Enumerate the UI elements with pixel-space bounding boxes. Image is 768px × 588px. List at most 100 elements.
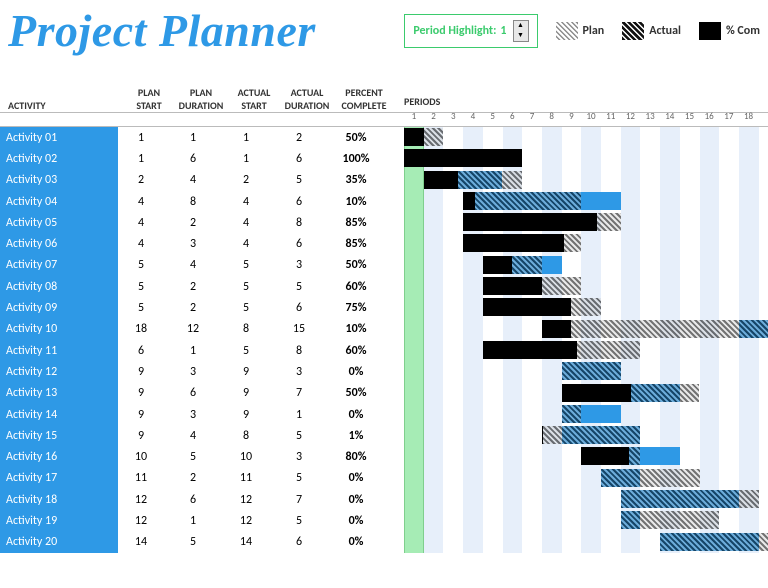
plan-duration-cell[interactable]: 1	[164, 344, 222, 358]
plan-start-cell[interactable]: 9	[118, 386, 164, 400]
table-row[interactable]: Activity 05424885%	[0, 212, 768, 233]
table-row[interactable]: Activity 171121150%	[0, 468, 768, 489]
plan-duration-cell[interactable]: 3	[164, 365, 222, 379]
actual-duration-cell[interactable]: 5	[270, 471, 328, 485]
actual-start-cell[interactable]: 9	[222, 408, 270, 422]
percent-complete-cell[interactable]: 0%	[328, 471, 384, 485]
plan-duration-cell[interactable]: 1	[164, 514, 222, 528]
plan-duration-cell[interactable]: 2	[164, 216, 222, 230]
plan-duration-cell[interactable]: 6	[164, 386, 222, 400]
plan-start-cell[interactable]: 11	[118, 471, 164, 485]
table-row[interactable]: Activity 1594851%	[0, 425, 768, 446]
plan-duration-cell[interactable]: 12	[164, 322, 222, 336]
plan-start-cell[interactable]: 4	[118, 237, 164, 251]
spinner-up-button[interactable]: ▲	[514, 21, 528, 31]
percent-complete-cell[interactable]: 60%	[328, 280, 384, 294]
plan-duration-cell[interactable]: 4	[164, 429, 222, 443]
actual-start-cell[interactable]: 12	[222, 493, 270, 507]
actual-duration-cell[interactable]: 8	[270, 344, 328, 358]
plan-start-cell[interactable]: 5	[118, 301, 164, 315]
plan-start-cell[interactable]: 12	[118, 514, 164, 528]
plan-duration-cell[interactable]: 4	[164, 258, 222, 272]
percent-complete-cell[interactable]: 80%	[328, 450, 384, 464]
table-row[interactable]: Activity 09525675%	[0, 297, 768, 318]
actual-duration-cell[interactable]: 8	[270, 216, 328, 230]
percent-complete-cell[interactable]: 0%	[328, 514, 384, 528]
plan-start-cell[interactable]: 4	[118, 195, 164, 209]
plan-duration-cell[interactable]: 2	[164, 301, 222, 315]
table-row[interactable]: Activity 11615860%	[0, 340, 768, 361]
plan-duration-cell[interactable]: 2	[164, 280, 222, 294]
percent-complete-cell[interactable]: 0%	[328, 535, 384, 549]
actual-duration-cell[interactable]: 6	[270, 301, 328, 315]
table-row[interactable]: Activity 10181281510%	[0, 319, 768, 340]
plan-start-cell[interactable]: 10	[118, 450, 164, 464]
actual-start-cell[interactable]: 5	[222, 258, 270, 272]
actual-duration-cell[interactable]: 6	[270, 152, 328, 166]
actual-duration-cell[interactable]: 7	[270, 386, 328, 400]
actual-start-cell[interactable]: 1	[222, 152, 270, 166]
actual-start-cell[interactable]: 9	[222, 386, 270, 400]
actual-start-cell[interactable]: 5	[222, 301, 270, 315]
plan-start-cell[interactable]: 1	[118, 152, 164, 166]
table-row[interactable]: Activity 1493910%	[0, 404, 768, 425]
actual-start-cell[interactable]: 5	[222, 344, 270, 358]
actual-duration-cell[interactable]: 5	[270, 280, 328, 294]
table-row[interactable]: Activity 13969750%	[0, 383, 768, 404]
actual-start-cell[interactable]: 12	[222, 514, 270, 528]
plan-duration-cell[interactable]: 6	[164, 493, 222, 507]
actual-start-cell[interactable]: 4	[222, 216, 270, 230]
percent-complete-cell[interactable]: 100%	[328, 152, 384, 166]
table-row[interactable]: Activity 021616100%	[0, 148, 768, 169]
percent-complete-cell[interactable]: 0%	[328, 493, 384, 507]
spinner-down-button[interactable]: ▼	[514, 31, 528, 41]
plan-start-cell[interactable]: 9	[118, 429, 164, 443]
table-row[interactable]: Activity 181261270%	[0, 489, 768, 510]
actual-duration-cell[interactable]: 5	[270, 173, 328, 187]
percent-complete-cell[interactable]: 0%	[328, 365, 384, 379]
actual-duration-cell[interactable]: 5	[270, 514, 328, 528]
plan-duration-cell[interactable]: 2	[164, 471, 222, 485]
table-row[interactable]: Activity 201451460%	[0, 532, 768, 553]
plan-start-cell[interactable]: 9	[118, 365, 164, 379]
table-row[interactable]: Activity 1610510380%	[0, 446, 768, 467]
plan-start-cell[interactable]: 14	[118, 535, 164, 549]
percent-complete-cell[interactable]: 85%	[328, 216, 384, 230]
table-row[interactable]: Activity 04484610%	[0, 191, 768, 212]
period-highlight-spinner[interactable]: ▲ ▼	[513, 20, 529, 42]
plan-start-cell[interactable]: 5	[118, 280, 164, 294]
plan-duration-cell[interactable]: 6	[164, 152, 222, 166]
percent-complete-cell[interactable]: 85%	[328, 237, 384, 251]
percent-complete-cell[interactable]: 50%	[328, 131, 384, 145]
actual-duration-cell[interactable]: 1	[270, 408, 328, 422]
plan-duration-cell[interactable]: 1	[164, 131, 222, 145]
percent-complete-cell[interactable]: 75%	[328, 301, 384, 315]
table-row[interactable]: Activity 1293930%	[0, 361, 768, 382]
percent-complete-cell[interactable]: 60%	[328, 344, 384, 358]
actual-start-cell[interactable]: 2	[222, 173, 270, 187]
actual-start-cell[interactable]: 14	[222, 535, 270, 549]
table-row[interactable]: Activity 03242535%	[0, 170, 768, 191]
plan-start-cell[interactable]: 2	[118, 173, 164, 187]
plan-start-cell[interactable]: 6	[118, 344, 164, 358]
actual-start-cell[interactable]: 4	[222, 237, 270, 251]
actual-duration-cell[interactable]: 5	[270, 429, 328, 443]
table-row[interactable]: Activity 07545350%	[0, 255, 768, 276]
percent-complete-cell[interactable]: 1%	[328, 429, 384, 443]
plan-start-cell[interactable]: 9	[118, 408, 164, 422]
period-highlight-control[interactable]: Period Highlight: 1 ▲ ▼	[404, 14, 537, 48]
percent-complete-cell[interactable]: 0%	[328, 408, 384, 422]
plan-start-cell[interactable]: 1	[118, 131, 164, 145]
percent-complete-cell[interactable]: 50%	[328, 258, 384, 272]
actual-duration-cell[interactable]: 6	[270, 535, 328, 549]
actual-start-cell[interactable]: 8	[222, 322, 270, 336]
table-row[interactable]: Activity 08525560%	[0, 276, 768, 297]
actual-duration-cell[interactable]: 15	[270, 322, 328, 336]
actual-start-cell[interactable]: 11	[222, 471, 270, 485]
actual-duration-cell[interactable]: 3	[270, 450, 328, 464]
table-row[interactable]: Activity 191211250%	[0, 510, 768, 531]
actual-start-cell[interactable]: 8	[222, 429, 270, 443]
plan-duration-cell[interactable]: 8	[164, 195, 222, 209]
table-row[interactable]: Activity 06434685%	[0, 233, 768, 254]
plan-duration-cell[interactable]: 3	[164, 237, 222, 251]
